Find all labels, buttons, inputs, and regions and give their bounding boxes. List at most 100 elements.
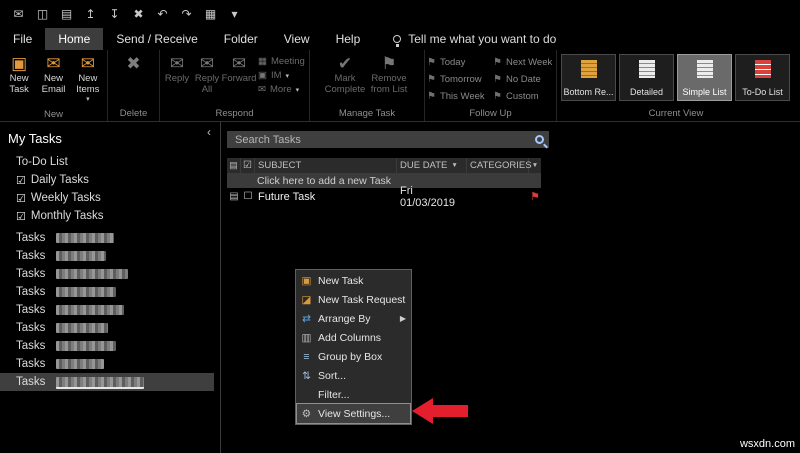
icon-column-header[interactable]: ▤ [227,158,241,173]
sidebar-item-tasks[interactable]: Tasks [0,337,220,355]
view-bottom-reading-button[interactable]: Bottom Re... [561,54,616,101]
tab-folder[interactable]: Folder [211,28,271,50]
delete-icon[interactable]: ✖ [132,7,145,21]
im-button[interactable]: IM ▾ [256,69,307,82]
menu-item-view-settings[interactable]: View Settings... [296,403,411,424]
menu-item-group-by-box[interactable]: Group by Box [297,347,410,366]
sidebar-item-tasks[interactable]: Tasks [0,265,220,283]
tab-home[interactable]: Home [45,28,104,50]
new-items-button[interactable]: New Items ▾ [71,53,105,107]
sidebar-item-weekly-tasks[interactable]: Weekly Tasks [0,189,220,207]
menu-item-add-columns[interactable]: Add Columns [297,328,410,347]
view-detailed-button[interactable]: Detailed [619,54,674,101]
redo-icon[interactable]: ↷ [180,7,193,21]
my-tasks-header[interactable]: My Tasks [0,122,220,153]
search-input[interactable] [235,133,535,146]
remove-from-list-button[interactable]: Remove from List [367,53,411,96]
bottom-reading-view-icon [580,60,597,78]
ribbon-group-follow-up: Today Next Week Tomorrow No Date This We… [425,50,557,121]
simple-list-view-icon [696,60,713,78]
task-row-future-task[interactable]: ▤ ☐ Future Task Fri 01/03/2019 ⚑ [227,185,541,209]
sidebar-item-monthly-tasks[interactable]: Monthly Tasks [0,207,220,225]
print-icon[interactable]: ▤ [60,7,73,21]
chevron-down-icon: ▾ [285,72,290,80]
sidebar-item-tasks[interactable]: Tasks [0,319,220,337]
menu-item-filter[interactable]: Filter... [297,385,410,404]
reply-icon [170,54,184,74]
archive-icon[interactable]: ▦ [204,7,217,21]
menu-item-sort[interactable]: Sort... [297,366,410,385]
follow-up-tomorrow-button[interactable]: Tomorrow [427,71,493,88]
more-button[interactable]: More ▾ [256,83,307,96]
delete-button[interactable] [116,53,152,75]
follow-up-custom-button[interactable]: Custom [493,88,555,105]
flag-icon [493,91,502,102]
view-todo-list-button[interactable]: To-Do List [735,54,790,101]
follow-up-this-week-button[interactable]: This Week [427,88,493,105]
search-box[interactable] [227,131,549,148]
reply-all-button[interactable]: Reply All [192,53,222,96]
tab-send-receive[interactable]: Send / Receive [103,28,210,50]
sidebar-item-tasks[interactable]: Tasks [0,229,220,247]
tab-view[interactable]: View [271,28,323,50]
arrow-tail [433,405,468,417]
more-commands-icon[interactable]: ▾ [228,7,241,21]
mark-complete-button[interactable]: Mark Complete [323,53,367,96]
view-settings-gear-icon [300,408,313,420]
tab-file[interactable]: File [0,28,45,50]
complete-checkbox[interactable]: ☐ [241,191,255,202]
undo-icon[interactable]: ↶ [156,7,169,21]
flag-icon [427,57,436,68]
checkbox-checked-icon [16,192,26,205]
callout-arrow [412,398,468,424]
sidebar-item-todo-list[interactable]: To-Do List [0,153,220,171]
sidebar-item-tasks[interactable]: Tasks [0,283,220,301]
follow-up-no-date-button[interactable]: No Date [493,71,555,88]
follow-up-today-button[interactable]: Today [427,54,493,71]
new-items-icon [81,54,95,74]
collapse-pane-icon[interactable]: ‹ [207,125,211,139]
due-date-column-header[interactable]: DUE DATE ▼ [397,158,467,173]
follow-up-next-week-button[interactable]: Next Week [493,54,555,71]
group-label-follow-up: Follow Up [469,108,512,119]
subject-column-header[interactable]: SUBJECT [255,158,397,173]
mail-icon[interactable]: ✉ [12,7,25,21]
menu-item-new-task[interactable]: New Task [297,271,410,290]
sidebar-item-daily-tasks[interactable]: Daily Tasks [0,171,220,189]
sidebar-item-tasks[interactable]: Tasks [0,355,220,373]
follow-up-flag-icon[interactable]: ⚑ [529,190,541,203]
add-new-task-row[interactable]: Click here to add a new Task [227,173,541,188]
new-task-request-icon [300,294,313,306]
reply-all-icon [200,54,214,74]
ribbon-group-current-view: Bottom Re... Detailed Simple List To-Do … [557,50,795,121]
forward-button[interactable]: Forward [222,53,257,86]
new-email-button[interactable]: New Email [36,53,70,96]
search-icon[interactable] [535,135,544,144]
menu-item-arrange-by[interactable]: Arrange By ▶ [297,309,410,328]
move-down-icon[interactable]: ↧ [108,7,121,21]
save-icon[interactable]: ◫ [36,7,49,21]
flag-icon [493,74,502,85]
menu-item-new-task-request[interactable]: New Task Request [297,290,410,309]
task-item-icon: ▤ [229,191,239,202]
complete-column-header[interactable]: ☑ [241,158,255,173]
categories-column-header[interactable]: CATEGORIES [467,158,532,173]
quick-access-toolbar: ✉ ◫ ▤ ↥ ↧ ✖ ↶ ↷ ▦ ▾ [0,0,800,28]
view-simple-list-button[interactable]: Simple List [677,54,732,101]
im-icon [258,70,267,81]
reply-button[interactable]: Reply [162,53,192,86]
meeting-button[interactable]: Meeting [256,55,307,68]
filter-icon[interactable]: ▼ [529,158,541,173]
sidebar-item-tasks-selected[interactable]: Tasks [0,373,214,391]
move-up-icon[interactable]: ↥ [84,7,97,21]
chevron-down-icon: ▾ [86,96,90,103]
tell-me-box[interactable]: Tell me what you want to do [393,28,556,50]
redacted-account-name [56,323,109,333]
sort-arrow-icon: ▼ [451,162,458,169]
sidebar-item-tasks[interactable]: Tasks [0,247,220,265]
task-subject: Future Task [258,190,316,203]
tab-help[interactable]: Help [323,28,374,50]
flag-icon [427,74,436,85]
new-task-button[interactable]: New Task [2,53,36,96]
sidebar-item-tasks[interactable]: Tasks [0,301,220,319]
